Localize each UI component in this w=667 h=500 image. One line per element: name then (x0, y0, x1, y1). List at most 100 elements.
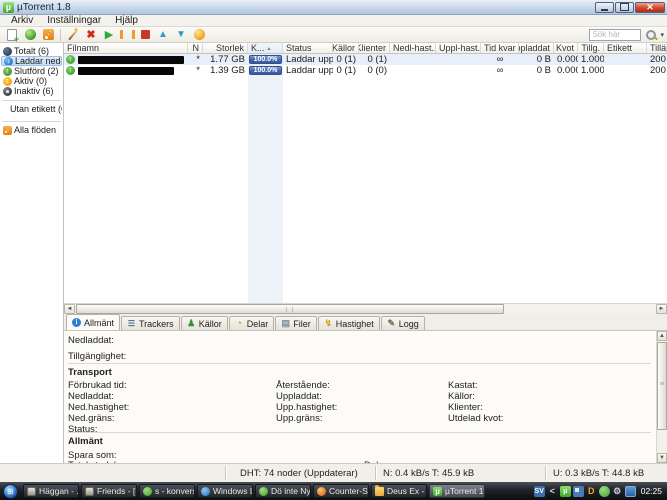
taskbar-button-konversation[interactable]: s - konvers... (139, 484, 195, 498)
taskbar-button-haggan[interactable]: Häggan - ... (23, 484, 79, 498)
menu-installningar[interactable]: Inställningar (40, 15, 108, 26)
network-icon[interactable] (572, 485, 584, 497)
search-input[interactable] (589, 28, 642, 41)
menu-arkiv[interactable]: Arkiv (4, 15, 40, 26)
scroll-right-icon[interactable]: ► (656, 304, 667, 314)
stop-icon[interactable] (137, 28, 153, 42)
speed-icon (324, 319, 333, 328)
tab-hastighet[interactable]: Hastighet (317, 316, 380, 330)
sidebar-item-slutford[interactable]: Slutförd (2) (1, 66, 62, 76)
column-header-kvot[interactable]: Kvot (554, 43, 578, 53)
speed-guide-icon[interactable] (191, 28, 207, 42)
move-up-icon[interactable] (155, 28, 171, 42)
rss-icon (3, 125, 12, 135)
column-header-tillg[interactable]: Tillg. (578, 43, 604, 53)
column-header-kallor[interactable]: Källor (333, 43, 359, 53)
main-area: Totalt (6) Laddar ned (4) Slutförd (2) A… (0, 43, 667, 463)
remove-icon[interactable] (83, 28, 99, 42)
column-header-filnamn[interactable]: Filnamn (64, 43, 188, 53)
taskbar-button-do-inte[interactable]: Dö inte Nyf... (255, 484, 311, 498)
search-dropdown-icon[interactable]: ▾ (660, 31, 664, 39)
up-speed-label: Upp.hastighet: (276, 402, 338, 413)
column-header-uppladdat[interactable]: Uppladdat (519, 43, 554, 53)
cell-done: 100.0% (248, 65, 283, 76)
taskbar-clock[interactable]: 02:25 (641, 486, 662, 496)
scroll-up-icon[interactable]: ▲ (657, 331, 667, 341)
taskbar-button-windows-live[interactable]: Windows L... (197, 484, 253, 498)
tab-kallor[interactable]: Källor (180, 316, 228, 330)
add-torrent-icon[interactable] (4, 28, 20, 44)
add-url-icon[interactable] (22, 28, 38, 42)
torrent-row[interactable]: * 1.39 GB 100.0% Laddar upp 0 (1) 0 (0) … (64, 65, 667, 76)
messenger-person-icon (259, 486, 268, 496)
column-header-tid-kvar[interactable]: Tid kvar (481, 43, 519, 53)
cell-status: Laddar upp (286, 54, 333, 65)
sidebar-item-utan-etikett[interactable]: Utan etikett (6) (1, 104, 62, 114)
display-icon[interactable] (624, 485, 636, 497)
close-button[interactable] (635, 1, 665, 13)
daemon-tools-icon[interactable] (586, 486, 597, 497)
maximize-button[interactable] (615, 1, 634, 13)
messenger-icon (201, 486, 210, 496)
cell-availability: 1.000 (581, 65, 604, 76)
utorrent-tray-icon[interactable] (559, 485, 571, 497)
column-header-nedl-hast[interactable]: Nedl-hast... (390, 43, 436, 53)
move-down-icon[interactable] (173, 28, 189, 42)
minimize-button[interactable] (595, 1, 614, 13)
messenger-status-icon[interactable] (598, 485, 610, 497)
column-header-status[interactable]: Status (283, 43, 333, 53)
sidebar-item-alla-floden[interactable]: Alla flöden (1, 125, 62, 135)
column-header-uppl-hast[interactable]: Uppl-hast... (436, 43, 481, 53)
transport-section-title: Transport (68, 367, 112, 378)
create-torrent-icon[interactable] (65, 26, 81, 42)
language-indicator[interactable]: SV (533, 485, 545, 497)
cell-uploaded: 0 B (536, 65, 551, 76)
category-sidebar: Totalt (6) Laddar ned (4) Slutförd (2) A… (0, 43, 64, 463)
sidebar-item-inaktiv[interactable]: Inaktiv (6) (1, 86, 62, 96)
scrollbar-thumb[interactable] (76, 304, 504, 314)
tab-filer[interactable]: Filer (275, 316, 317, 330)
vertical-scrollbar[interactable]: ▲ ▼ (656, 331, 667, 463)
tab-allmant[interactable]: Allmänt (66, 314, 121, 330)
sorted-column-strip (248, 54, 283, 303)
tab-trackers[interactable]: Trackers (121, 316, 180, 330)
scrollbar-thumb[interactable] (657, 342, 667, 430)
window-title: µTorrent 1.8 (17, 1, 71, 13)
search-icon[interactable] (644, 28, 658, 42)
taskbar-button-friends[interactable]: Friends - [S... (81, 484, 137, 498)
sidebar-item-label: Alla flöden (14, 125, 57, 135)
sidebar-item-aktiv[interactable]: Aktiv (0) (1, 76, 62, 86)
taskbar-button-deus-ex[interactable]: Deus Ex - In... (371, 484, 427, 498)
horizontal-scrollbar[interactable]: ◄ ► (64, 303, 667, 314)
column-header-n[interactable]: N (188, 43, 203, 53)
scroll-left-icon[interactable]: ◄ (64, 304, 75, 314)
taskbar-button-utorrent[interactable]: µTorrent 1.8 (429, 484, 485, 498)
tab-logg[interactable]: Logg (380, 316, 425, 330)
column-header-klienter[interactable]: Klienter (359, 43, 390, 53)
start-button[interactable] (3, 483, 18, 499)
all-torrents-icon (3, 46, 12, 56)
menu-hjalp[interactable]: Hjälp (108, 15, 145, 26)
column-header-etikett[interactable]: Etikett (604, 43, 647, 53)
scroll-down-icon[interactable]: ▼ (657, 453, 667, 463)
group-divider (68, 432, 651, 433)
cell-seeds: 0 (1) (336, 54, 356, 65)
taskbar-button-counter-strike[interactable]: Counter-St... (313, 484, 369, 498)
settings-icon[interactable] (612, 486, 623, 497)
column-header-storlek[interactable]: Storlek (203, 43, 248, 53)
title-bar[interactable]: µTorrent 1.8 (0, 0, 667, 15)
sidebar-item-laddar-ned[interactable]: Laddar ned (4) (1, 56, 62, 66)
torrent-row[interactable]: * 1.77 GB 100.0% Laddar upp 0 (1) 0 (1) … (64, 54, 667, 65)
tray-collapse-icon[interactable] (547, 486, 558, 497)
cell-availability: 1.000 (581, 54, 604, 65)
active-icon (3, 76, 12, 86)
column-header-klart[interactable]: K... (248, 43, 283, 53)
tab-delar[interactable]: Delar (228, 316, 275, 330)
mirc-icon (85, 486, 94, 496)
rss-feeds-icon[interactable] (40, 28, 56, 42)
info-icon (72, 318, 81, 327)
start-icon[interactable] (101, 28, 117, 42)
column-header-tillagd[interactable]: Tillä (647, 43, 667, 53)
pause-icon[interactable] (119, 28, 135, 42)
sidebar-item-totalt[interactable]: Totalt (6) (1, 46, 62, 56)
